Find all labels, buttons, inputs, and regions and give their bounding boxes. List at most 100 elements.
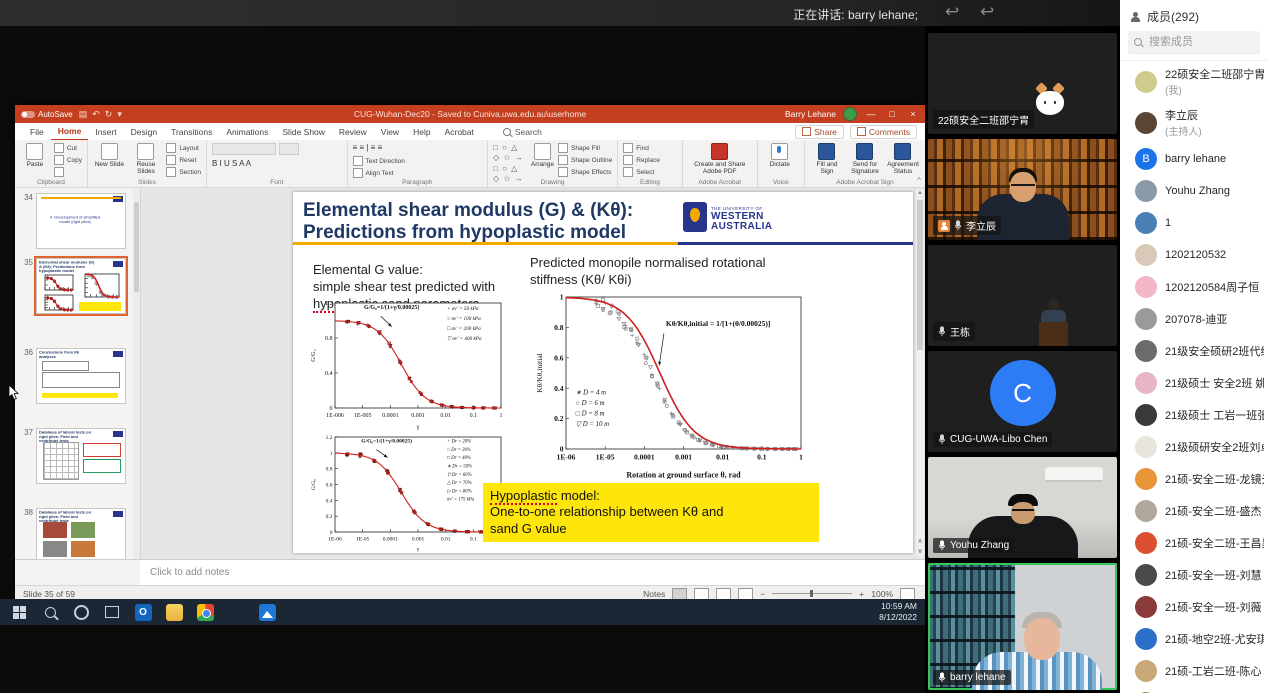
ribbon-tab[interactable]: Help xyxy=(406,123,437,140)
thumbnail-slide-36[interactable]: 36 Conclusions from FE analyses xyxy=(19,348,126,404)
text-direction-button[interactable]: Text Direction xyxy=(353,156,405,166)
slideshow-view-button[interactable] xyxy=(738,588,753,600)
chart-rotational-stiffness[interactable]: 1E-061E-050.00010.0010.010.1100.20.40.60… xyxy=(533,289,809,479)
ribbon-tab[interactable]: Insert xyxy=(88,123,123,140)
ribbon-tab[interactable]: Acrobat xyxy=(438,123,481,140)
ribbon-tab[interactable]: File xyxy=(23,123,51,140)
select-button[interactable]: Select xyxy=(623,167,660,177)
photos-taskbar-button[interactable] xyxy=(255,600,279,624)
replace-button[interactable]: Replace xyxy=(623,155,660,165)
copy-button[interactable]: Copy xyxy=(54,155,82,165)
undo-icon[interactable]: ↶ xyxy=(92,109,105,119)
account-avatar[interactable] xyxy=(843,107,857,121)
member-row[interactable]: 207078-迪亚 xyxy=(1120,303,1268,335)
arrange-button[interactable]: Arrange xyxy=(531,143,554,168)
redo-icon[interactable]: ↻ xyxy=(105,109,118,119)
zoom-in-button[interactable]: + xyxy=(859,589,864,599)
member-row[interactable]: 21硕-安全二班-王昌昊 xyxy=(1120,527,1268,559)
member-row[interactable]: B barry lehane xyxy=(1120,143,1268,175)
chart-g-degradation-stress[interactable]: 1E-0061E-0050.00010.0010.010.1100.40.81.… xyxy=(308,298,506,430)
zoom-out-button[interactable]: − xyxy=(760,589,765,599)
ribbon-tab[interactable]: Transitions xyxy=(164,123,219,140)
send-signature-button[interactable]: Send for Signature xyxy=(848,143,882,176)
video-tile-barrylehane-speaking[interactable]: barry lehane xyxy=(928,563,1117,690)
video-tile-shaoningzhou[interactable]: 22硕安全二班邵宁胄 xyxy=(928,33,1117,134)
slide-scrollbar[interactable]: ▲ ∧ ∨ xyxy=(916,190,924,557)
ribbon-tab[interactable]: Review xyxy=(332,123,374,140)
maximize-button[interactable]: □ xyxy=(885,109,899,119)
thumbnail-scrollbar[interactable] xyxy=(133,188,140,559)
cortana-button[interactable] xyxy=(69,600,93,624)
member-row[interactable]: 21硕-工岩二班-陈心 xyxy=(1120,655,1268,687)
member-row[interactable]: 21硕-安全一班-刘慧 xyxy=(1120,559,1268,591)
font-size-select[interactable] xyxy=(279,143,299,155)
thumbnail-slide-34[interactable]: 34 4. Development of simplified model (r… xyxy=(19,193,126,249)
format-painter-button[interactable] xyxy=(54,167,82,177)
share-button[interactable]: Share xyxy=(795,125,844,139)
chart-g-degradation-density[interactable]: 1E-061E-050.00010.0010.010.1100.20.40.60… xyxy=(308,432,506,552)
next-slide-button[interactable]: ∨ xyxy=(917,548,922,555)
reuse-slides-button[interactable]: Reuse Slides xyxy=(130,143,163,176)
powerpoint-taskbar-button[interactable]: P xyxy=(224,600,248,624)
ribbon-tab[interactable]: View xyxy=(374,123,406,140)
reading-view-button[interactable] xyxy=(716,588,731,600)
member-row[interactable]: 1 xyxy=(1120,207,1268,239)
member-row[interactable]: Youhu Zhang xyxy=(1120,175,1268,207)
agreement-status-button[interactable]: Agreement Status xyxy=(886,143,920,176)
paste-button[interactable]: Paste xyxy=(20,143,50,168)
outlook-taskbar-button[interactable]: O xyxy=(131,600,155,624)
highlight-box[interactable]: Hypoplastic model: One-to-one relationsh… xyxy=(483,483,819,542)
section-button[interactable]: Section xyxy=(166,167,201,177)
member-row[interactable]: 李立辰 (主持人) xyxy=(1120,102,1268,143)
slide-title[interactable]: Elemental shear modulus (G) & (Kθ): Pred… xyxy=(303,200,633,244)
ribbon-tab[interactable]: Slide Show xyxy=(275,123,332,140)
qat-dropdown-icon[interactable]: ▾ xyxy=(117,109,127,119)
shape-fill-button[interactable]: Shape Fill xyxy=(558,143,612,153)
video-tile-lilichen[interactable]: 李立辰 xyxy=(928,139,1117,240)
autosave-toggle[interactable]: AutoSave xyxy=(21,110,73,119)
font-name-select[interactable] xyxy=(212,143,276,155)
member-row[interactable]: 21硕-安全二班-盛杰 xyxy=(1120,495,1268,527)
annotation-undo-icons[interactable]: ↩ ↩ xyxy=(945,2,1002,22)
start-button[interactable] xyxy=(7,600,31,624)
ribbon-tab[interactable]: Home xyxy=(51,122,89,141)
notes-pane[interactable]: Click to add notes xyxy=(140,559,925,586)
member-search-input[interactable] xyxy=(1147,35,1251,49)
normal-view-button[interactable] xyxy=(672,588,687,600)
ribbon-tab[interactable]: Design xyxy=(124,123,164,140)
save-icon[interactable]: ▤ xyxy=(79,109,93,119)
chrome-taskbar-button[interactable] xyxy=(193,600,217,624)
taskbar-search-button[interactable] xyxy=(38,600,62,624)
dictate-button[interactable]: Dictate xyxy=(763,143,797,168)
thumbnail-slide-37[interactable]: 37 Database of lateral tests on rigid pi… xyxy=(19,428,126,484)
member-row[interactable]: 21硕-安全一班-刘薇 xyxy=(1120,591,1268,623)
member-row[interactable]: 1202120584周子恒 xyxy=(1120,271,1268,303)
font-format-buttons[interactable]: B I U S A A xyxy=(212,159,251,168)
fill-sign-button[interactable]: Fill and Sign xyxy=(810,143,844,176)
taskbar-clock[interactable]: 10:59 AM 8/12/2022 xyxy=(879,601,925,623)
ribbon-tab[interactable]: Animations xyxy=(219,123,275,140)
thumbnail-slide-35-selected[interactable]: 35 Elemental shear modulus (G) & (Kθ): P… xyxy=(19,258,126,314)
previous-slide-button[interactable]: ∧ xyxy=(917,538,922,545)
video-tile-wangdong[interactable]: 王栋 xyxy=(928,245,1117,346)
member-row[interactable]: 1202120532 xyxy=(1120,239,1268,271)
shape-effects-button[interactable]: Shape Effects xyxy=(558,167,612,177)
member-row[interactable]: 22硕安全二班邵宁胄 (我) xyxy=(1120,61,1268,102)
collapse-ribbon-icon[interactable]: ^ xyxy=(917,176,921,185)
member-row[interactable]: 21硕-地空2班-尤安琪 xyxy=(1120,623,1268,655)
list-buttons[interactable]: ≡ ≡ | ≡ ≡ xyxy=(353,143,383,152)
member-row[interactable]: 21硕-安全二班-龙镜元 xyxy=(1120,463,1268,495)
scroll-up-icon[interactable]: ▲ xyxy=(917,190,923,196)
align-text-button[interactable]: Align Text xyxy=(353,168,405,178)
autosave-switch-icon[interactable] xyxy=(21,111,35,118)
find-button[interactable]: Find xyxy=(623,143,660,153)
account-name[interactable]: Barry Lehane xyxy=(785,109,836,119)
video-tile-libochen[interactable]: C CUG-UWA-Libo Chen xyxy=(928,351,1117,452)
zoom-level[interactable]: 100% xyxy=(871,589,893,599)
member-row[interactable]: 21级安全硕研2班代维 xyxy=(1120,335,1268,367)
reset-button[interactable]: Reset xyxy=(166,155,201,165)
right-column-heading[interactable]: Predicted monopile normalised rotational… xyxy=(530,255,766,289)
member-search[interactable] xyxy=(1128,31,1260,54)
create-share-pdf-button[interactable]: Create and Share Adobe PDF xyxy=(688,143,752,176)
member-row[interactable]: 21硕-工岩二班-刘金阳 xyxy=(1120,687,1268,693)
